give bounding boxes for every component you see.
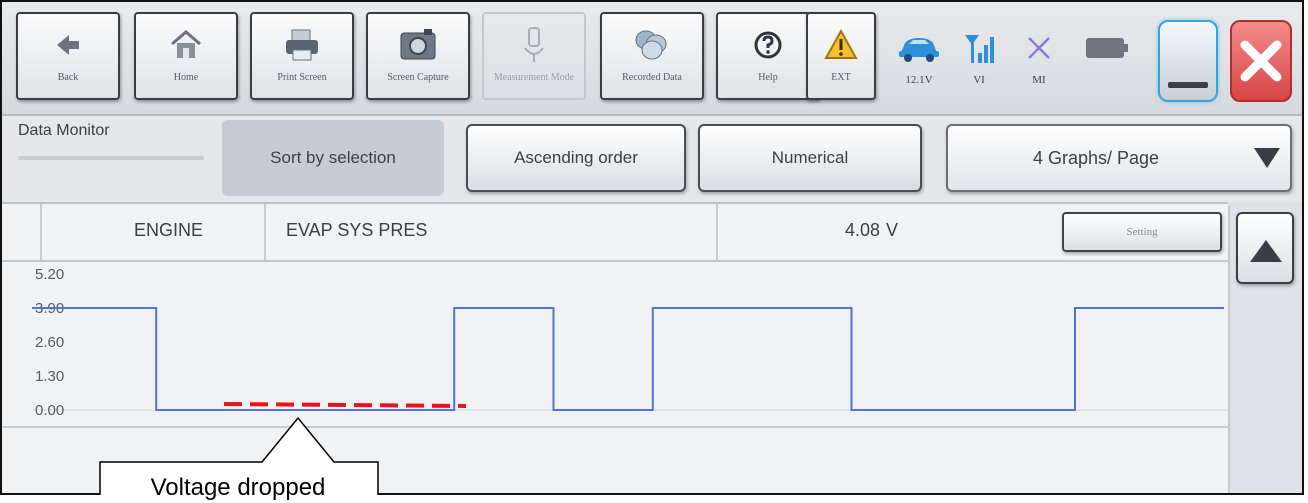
battery-voltage-label: 12.1V bbox=[905, 74, 933, 86]
graph-panel: ENGINE EVAP SYS PRES 4.08 V Setting 5.20… bbox=[2, 202, 1228, 493]
vi-status: VI bbox=[954, 22, 1004, 102]
signal-plot: 5.203.902.601.300.00 bbox=[32, 266, 1228, 419]
home-button[interactable]: Home bbox=[134, 12, 238, 100]
screen-capture-button[interactable]: Screen Capture bbox=[366, 12, 470, 100]
minimize-button[interactable] bbox=[1158, 20, 1218, 102]
car-battery-icon bbox=[894, 22, 944, 74]
disconnected-icon bbox=[1014, 22, 1064, 74]
recorded-data-button[interactable]: Recorded Data bbox=[600, 12, 704, 100]
item-name: EVAP SYS PRES bbox=[286, 220, 428, 240]
value-unit: V bbox=[886, 220, 899, 240]
y-tick-label: 1.30 bbox=[35, 368, 64, 385]
ascending-order-button[interactable]: Ascending order bbox=[466, 124, 686, 192]
help-icon bbox=[718, 24, 818, 66]
title-underline bbox=[18, 156, 204, 160]
scroll-up-button[interactable] bbox=[1236, 212, 1294, 284]
minimize-icon bbox=[1168, 82, 1208, 88]
y-tick-label: 5.20 bbox=[35, 266, 64, 283]
sort-by-selection-button[interactable]: Sort by selection bbox=[222, 120, 444, 196]
setting-button[interactable]: Setting bbox=[1062, 212, 1222, 252]
y-tick-label: 0.00 bbox=[35, 402, 64, 419]
screen-capture-label: Screen Capture bbox=[387, 72, 449, 83]
mi-status: MI bbox=[1014, 22, 1064, 102]
back-label: Back bbox=[57, 72, 79, 83]
signal-trace bbox=[32, 307, 1224, 411]
y-tick-label: 2.60 bbox=[35, 334, 64, 351]
print-screen-label: Print Screen bbox=[277, 72, 327, 83]
vi-label: VI bbox=[973, 74, 985, 86]
toolbar: Back Home Print Screen Screen Capture Me bbox=[2, 2, 1302, 116]
header-divider bbox=[264, 204, 266, 260]
recorded-data-icon bbox=[602, 24, 702, 66]
close-icon bbox=[1240, 40, 1282, 82]
signal-icon bbox=[954, 22, 1004, 74]
y-axis-ticks: 5.203.902.601.300.00 bbox=[35, 266, 64, 419]
system-label: ENGINE bbox=[134, 220, 204, 240]
measurement-icon bbox=[484, 24, 584, 66]
back-arrow-icon bbox=[18, 24, 118, 66]
mi-label: MI bbox=[1032, 74, 1046, 86]
back-button[interactable]: Back bbox=[16, 12, 120, 100]
graph-header: ENGINE EVAP SYS PRES 4.08 V Setting bbox=[2, 204, 1228, 262]
battery-voltage-status: 12.1V bbox=[894, 22, 944, 102]
plot-baseline bbox=[2, 426, 1228, 428]
chevron-down-icon[interactable] bbox=[1254, 148, 1280, 168]
header-divider bbox=[40, 204, 42, 260]
graphs-per-page-select[interactable]: 4 Graphs/ Page bbox=[946, 124, 1292, 192]
chevron-up-icon bbox=[1250, 240, 1282, 262]
close-button[interactable] bbox=[1230, 20, 1292, 102]
callout-text: Voltage dropped bbox=[150, 474, 326, 501]
recorded-data-label: Recorded Data bbox=[622, 72, 682, 83]
measurement-mode-label: Measurement Mode bbox=[493, 72, 575, 83]
graphs-per-page-value: 4 Graphs/ Page bbox=[1032, 148, 1160, 168]
graph-scrollbar[interactable] bbox=[1228, 206, 1302, 493]
printer-icon bbox=[252, 24, 352, 66]
control-row: Data Monitor Sort by selection Ascending… bbox=[2, 116, 1302, 202]
current-value: 4.08 bbox=[844, 220, 880, 240]
ext-label: EXT bbox=[831, 72, 851, 83]
scan-tool-screen: Back Home Print Screen Screen Capture Me bbox=[0, 0, 1304, 495]
print-screen-button[interactable]: Print Screen bbox=[250, 12, 354, 100]
warning-icon bbox=[808, 24, 874, 66]
help-label: Help bbox=[758, 72, 778, 83]
home-icon bbox=[136, 24, 236, 66]
header-divider bbox=[716, 204, 718, 260]
numerical-button[interactable]: Numerical bbox=[698, 124, 922, 192]
battery-icon bbox=[1084, 34, 1130, 67]
camera-icon bbox=[368, 24, 468, 66]
measurement-mode-button[interactable]: Measurement Mode bbox=[482, 12, 586, 100]
ext-button[interactable]: EXT bbox=[806, 12, 876, 100]
page-title: Data Monitor bbox=[18, 122, 110, 139]
home-label: Home bbox=[173, 72, 199, 83]
help-button[interactable]: Help bbox=[716, 12, 820, 100]
